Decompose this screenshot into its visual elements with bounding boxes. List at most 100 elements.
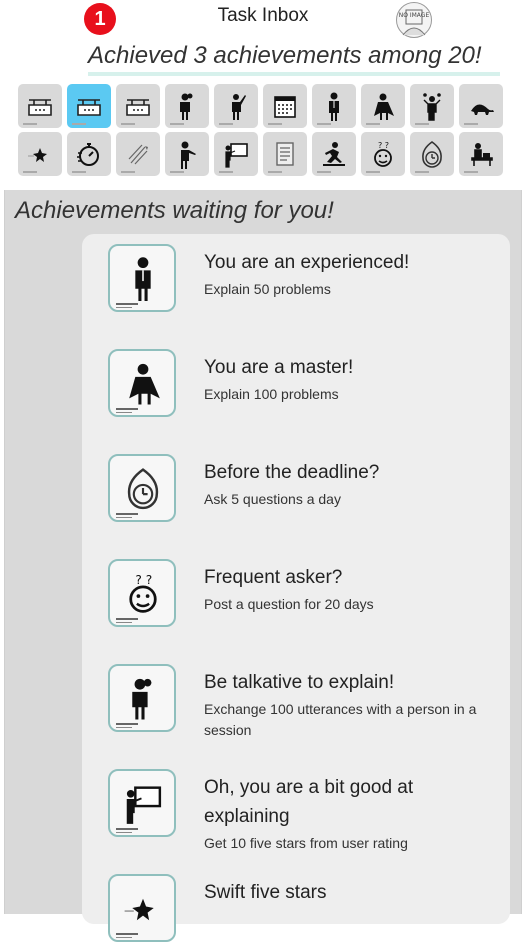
puzzled-face-icon: ? ? xyxy=(374,141,392,167)
whiteboard-icon xyxy=(126,786,162,824)
waiting-heading: Achievements waiting for you! xyxy=(15,197,334,224)
icon-caption xyxy=(116,408,138,410)
achievement-description: Get 10 five stars from user rating xyxy=(204,835,408,851)
icon-caption-sub xyxy=(116,517,132,518)
achievement-title: You are an experienced! xyxy=(204,252,410,273)
achievement-tile[interactable] xyxy=(459,84,503,128)
businessman-icon xyxy=(135,257,151,301)
achievement-tile[interactable] xyxy=(18,132,62,176)
avatar[interactable]: NO IMAGE xyxy=(396,2,432,38)
achievement-tile[interactable] xyxy=(312,84,356,128)
achievement-tile[interactable] xyxy=(312,132,356,176)
achievement-title: Swift five stars xyxy=(204,882,327,903)
puzzled-face-icon: ? ? xyxy=(129,573,157,613)
person-pointing-icon xyxy=(181,141,196,169)
achievement-description: Explain 100 problems xyxy=(204,386,339,402)
achievement-tile[interactable] xyxy=(214,84,258,128)
businessman-icon xyxy=(329,92,339,121)
document-icon xyxy=(276,142,294,166)
shooting-star-icon xyxy=(124,898,154,921)
caped-hero-icon xyxy=(129,363,160,405)
achievement-tile[interactable] xyxy=(263,132,307,176)
summary-highlight xyxy=(88,72,500,76)
runner-icon xyxy=(323,142,345,166)
achievement-tile[interactable] xyxy=(410,84,454,128)
icon-caption xyxy=(116,513,138,515)
tile-caption xyxy=(268,123,282,125)
tile-caption xyxy=(268,171,282,173)
achievement-tile[interactable] xyxy=(214,132,258,176)
shooting-star-icon xyxy=(28,148,47,162)
tile-caption xyxy=(366,171,380,173)
achievement-tile[interactable] xyxy=(18,84,62,128)
svg-text:? ?: ? ? xyxy=(135,573,152,587)
tile-caption xyxy=(219,171,233,173)
tile-caption xyxy=(415,171,429,173)
tile-caption xyxy=(415,123,429,125)
tile-caption xyxy=(464,171,478,173)
tile-caption xyxy=(317,171,331,173)
notification-badge[interactable]: 1 xyxy=(84,3,116,35)
achievement-description: Exchange 100 utterances with a person in… xyxy=(204,701,477,738)
tile-caption xyxy=(170,123,184,125)
achievement-icon-box xyxy=(108,244,176,312)
tile-caption xyxy=(121,171,135,173)
achievement-icon-box xyxy=(108,874,176,942)
tile-caption xyxy=(72,123,86,125)
icon-caption-sub xyxy=(116,727,132,728)
achievement-icon-box xyxy=(108,349,176,417)
icon-caption-sub xyxy=(116,307,132,308)
achievement-tile[interactable] xyxy=(165,132,209,176)
icon-caption xyxy=(116,723,138,725)
icon-caption-sub xyxy=(116,937,132,938)
icon-caption xyxy=(116,303,138,305)
person-pointing-up-icon xyxy=(232,94,246,120)
signboard-icon xyxy=(28,99,52,116)
page-title: Task Inbox xyxy=(217,5,309,26)
achievement-tile[interactable] xyxy=(459,132,503,176)
header: Task Inbox 1 NO IMAGE Achieved 3 achieve… xyxy=(0,0,526,190)
tile-caption xyxy=(23,123,37,125)
calendar-icon xyxy=(274,96,296,118)
tile-caption xyxy=(121,123,135,125)
whiteboard-icon xyxy=(225,143,248,168)
achievement-tile[interactable] xyxy=(67,84,111,128)
signboard-icon xyxy=(126,99,150,116)
achievement-icon-box: ? ? xyxy=(108,559,176,627)
comet-icon xyxy=(128,144,148,165)
icon-caption-sub xyxy=(116,832,132,833)
juggler-icon xyxy=(423,93,441,121)
icon-caption-sub xyxy=(116,622,132,623)
achievement-icon-box xyxy=(108,664,176,732)
icon-caption xyxy=(116,828,138,830)
clock-flame-icon xyxy=(127,468,159,510)
achievement-tile[interactable] xyxy=(116,84,160,128)
avatar-placeholder-text: NO IMAGE xyxy=(398,12,430,19)
achievement-title: You are a master! xyxy=(204,357,354,378)
achievement-tile[interactable] xyxy=(67,132,111,176)
icon-caption xyxy=(116,933,138,935)
achievement-tile[interactable] xyxy=(116,132,160,176)
achievement-summary: Achieved 3 achievements among 20! xyxy=(88,42,482,69)
person-talking-icon xyxy=(132,678,152,720)
caped-hero-icon xyxy=(374,93,394,120)
achievement-tile[interactable] xyxy=(410,132,454,176)
tile-caption xyxy=(317,123,331,125)
achievement-title: Frequent asker? xyxy=(204,567,343,588)
achievement-tile[interactable] xyxy=(165,84,209,128)
tile-caption xyxy=(170,171,184,173)
tile-caption xyxy=(72,171,86,173)
person-talking-icon xyxy=(180,93,193,120)
turtle-icon xyxy=(471,104,494,115)
achievement-tile[interactable] xyxy=(263,84,307,128)
achievement-tile[interactable] xyxy=(361,84,405,128)
tile-caption xyxy=(366,123,380,125)
achievement-tile[interactable]: ? ? xyxy=(361,132,405,176)
desk-worker-icon xyxy=(471,143,493,166)
achievement-description: Ask 5 questions a day xyxy=(204,491,341,507)
signboard-icon xyxy=(77,99,101,116)
icon-caption xyxy=(116,618,138,620)
tile-caption xyxy=(219,123,233,125)
svg-text:? ?: ? ? xyxy=(378,141,389,150)
icon-caption-sub xyxy=(116,412,132,413)
